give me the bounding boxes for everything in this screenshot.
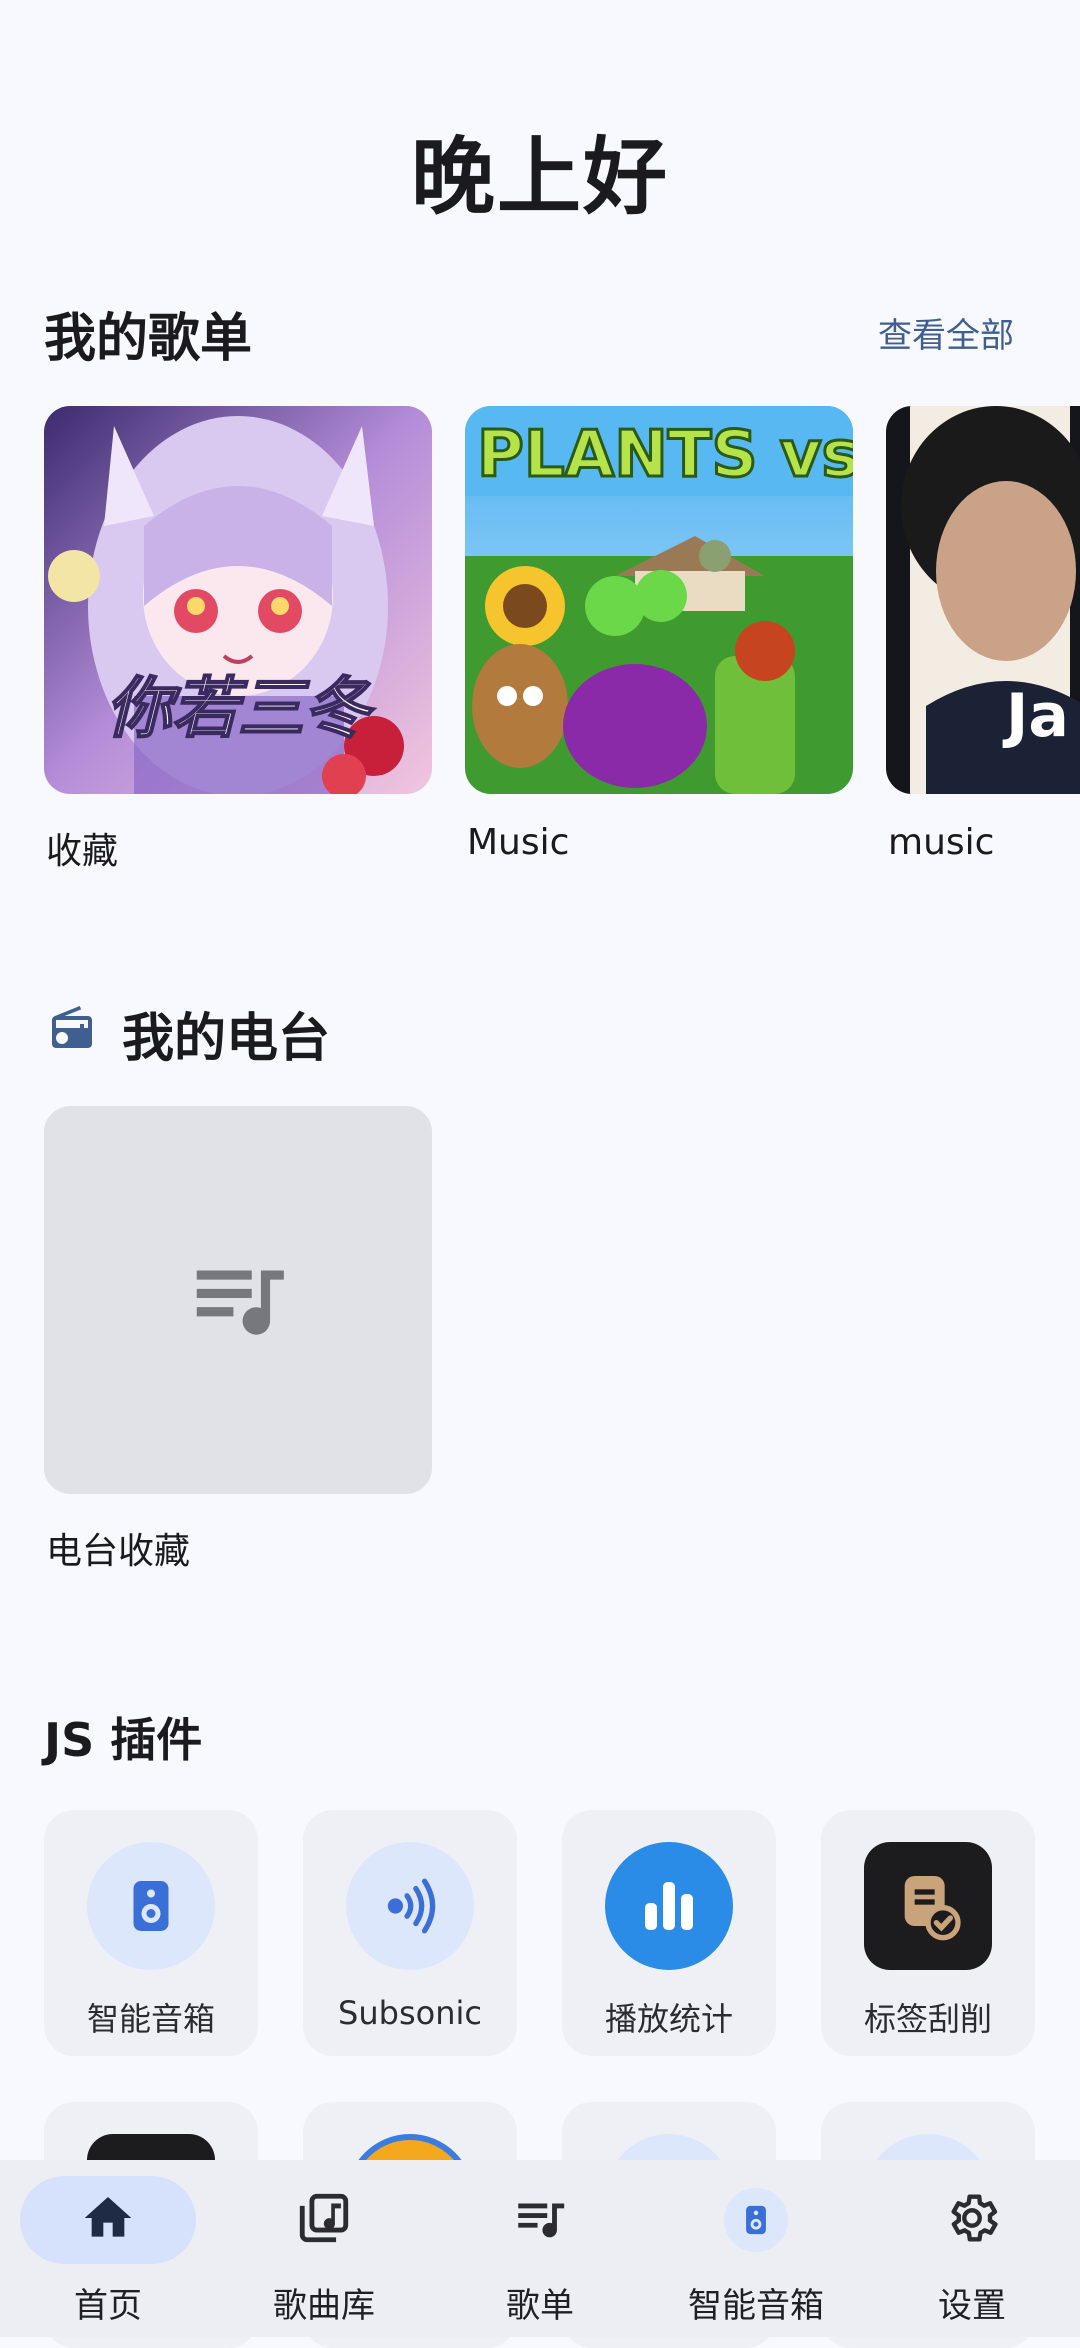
plugin-label: 标签刮削	[863, 2000, 992, 2038]
nav-icon-container	[236, 2176, 412, 2264]
nav-item-home[interactable]: 首页	[0, 2160, 216, 2337]
plugin-tile-play-stats[interactable]: 播放统计	[562, 1810, 776, 2056]
anime-girl-cover-image: 你若三冬	[44, 406, 432, 794]
view-all-link[interactable]: 查看全部	[878, 308, 1014, 357]
nav-active-indicator	[20, 2176, 196, 2264]
plugin-tile-smart-speaker[interactable]: 智能音箱	[44, 1810, 258, 2056]
playlist-cover[interactable]: Ja 周	[886, 406, 1080, 794]
playlist-label: 收藏	[46, 831, 119, 872]
playlist-label: music	[888, 822, 995, 863]
plugin-tile-subsonic[interactable]: Subsonic	[303, 1810, 517, 2056]
section-title-plugins: JS 插件	[44, 1713, 203, 1767]
plugin-label: 播放统计	[604, 2000, 733, 2038]
playlist-carousel[interactable]: 你若三冬 收藏 PLANTS vs Music Ja music	[44, 406, 1080, 886]
playlist-card-favorites[interactable]: 你若三冬 收藏	[44, 406, 432, 874]
cover-caption: PLANTS vs. ZOMBIES	[477, 418, 853, 492]
nav-item-smart-speaker[interactable]: 智能音箱	[648, 2160, 864, 2337]
home-icon	[80, 2190, 136, 2250]
playlist-music-icon	[183, 1243, 293, 1357]
playlist-cover[interactable]: PLANTS vs. ZOMBIES	[465, 406, 853, 794]
playlist-label: Music	[467, 822, 570, 863]
nav-item-music-library[interactable]: 歌曲库	[216, 2160, 432, 2337]
playlist-card-music[interactable]: PLANTS vs. ZOMBIES Music	[465, 406, 853, 863]
greeting-title: 晚上好	[410, 128, 669, 226]
radio-label: 电台收藏	[46, 1531, 191, 1572]
tag-scrape-icon	[864, 1842, 992, 1970]
nav-icon-container	[452, 2176, 628, 2264]
nav-label: 首页	[74, 2286, 142, 2326]
speaker-icon	[724, 2188, 788, 2252]
cover-caption: 你若三冬	[106, 669, 376, 747]
plants-vs-zombies-cover-image: PLANTS vs. ZOMBIES	[465, 406, 853, 794]
nav-label: 智能音箱	[688, 2286, 824, 2326]
cover-caption: Ja 周	[1002, 681, 1080, 751]
plugin-label: Subsonic	[338, 1994, 482, 2032]
bar-chart-icon	[605, 1842, 733, 1970]
gear-icon	[943, 2189, 1001, 2251]
music-library-icon	[295, 2189, 353, 2251]
portrait-album-cover-image: Ja 周	[886, 406, 1080, 794]
playlist-cover[interactable]: 你若三冬	[44, 406, 432, 794]
nav-label: 歌曲库	[273, 2286, 375, 2326]
nav-label: 设置	[938, 2286, 1006, 2326]
nav-item-playlists[interactable]: 歌单	[432, 2160, 648, 2337]
nav-icon-container	[668, 2176, 844, 2264]
plugin-label: 智能音箱	[86, 2000, 215, 2038]
nav-label: 歌单	[506, 2286, 574, 2326]
subsonic-icon	[346, 1842, 474, 1970]
playlist-card-music-2[interactable]: Ja 周 music	[886, 406, 1080, 863]
plugin-tile-tag-scraper[interactable]: 标签刮削	[821, 1810, 1035, 2056]
bottom-navigation: 首页 歌曲库 歌单 智能音箱 设置	[0, 2160, 1080, 2337]
section-title-radio: 我的电台	[122, 1009, 331, 1069]
radio-card-favorites[interactable]: 电台收藏	[44, 1106, 432, 1574]
playlist-icon	[511, 2189, 569, 2251]
nav-item-settings[interactable]: 设置	[864, 2160, 1080, 2337]
radio-icon	[48, 1004, 96, 1052]
section-title-playlists: 我的歌单	[44, 309, 253, 369]
speaker-icon	[87, 1842, 215, 1970]
nav-icon-container	[884, 2176, 1060, 2264]
radio-cover-placeholder[interactable]	[44, 1106, 432, 1494]
